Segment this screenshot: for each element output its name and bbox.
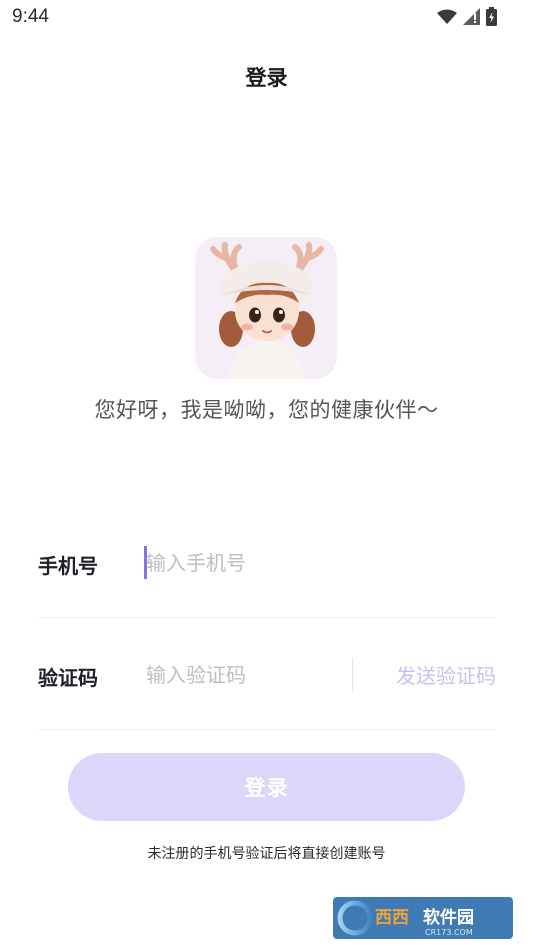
page-title: 登录 [245, 66, 288, 90]
code-row: 验证码 发送验证码 [38, 620, 496, 730]
status-time: 9:44 [12, 6, 49, 27]
battery-icon [486, 7, 497, 26]
phone-label: 手机号 [38, 554, 98, 578]
svg-text:西西: 西西 [375, 908, 409, 928]
send-code-button[interactable]: 发送验证码 [396, 660, 496, 689]
code-input[interactable] [146, 658, 346, 692]
text-caret [144, 546, 147, 579]
vertical-divider [352, 658, 353, 692]
register-note: 未注册的手机号验证后将直接创建账号 [147, 846, 386, 862]
phone-row: 手机号 [38, 508, 496, 618]
divider [38, 617, 496, 618]
divider [38, 729, 496, 730]
phone-input[interactable] [146, 546, 346, 580]
watermark-logo: 西西 软件园 CR173.COM [333, 897, 513, 939]
status-bar: 9:44 [0, 0, 533, 36]
avatar [195, 237, 337, 379]
svg-text:CR173.COM: CR173.COM [425, 928, 473, 937]
wifi-icon [437, 9, 457, 25]
welcome-text: 您好呀，我是呦呦，您的健康伙伴～ [94, 398, 439, 422]
signal-icon [463, 8, 480, 25]
status-icons [437, 7, 497, 26]
code-label: 验证码 [38, 666, 98, 690]
svg-text:软件园: 软件园 [423, 907, 474, 928]
login-button[interactable]: 登录 [68, 753, 465, 821]
